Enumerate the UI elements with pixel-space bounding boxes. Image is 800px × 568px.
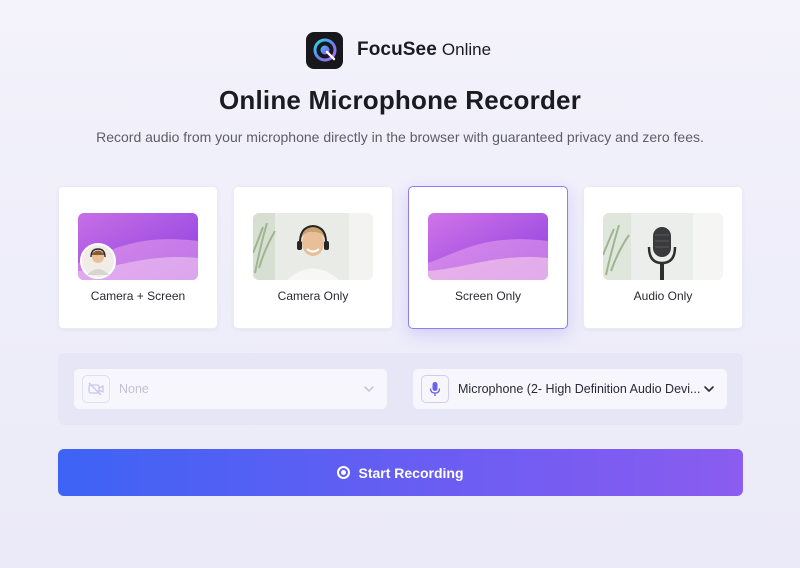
mode-screen-only[interactable]: Screen Only	[408, 186, 568, 329]
camera-select[interactable]: None	[74, 369, 387, 409]
microphone-icon	[421, 375, 449, 403]
camera-screen-thumbnail	[78, 213, 198, 280]
focusee-logo-icon	[306, 31, 343, 69]
camera-only-thumbnail	[253, 213, 373, 280]
chevron-down-icon	[704, 386, 714, 392]
recording-modes: Camera + Screen Camera Only Screen Only …	[58, 186, 743, 329]
mode-camera-only[interactable]: Camera Only	[233, 186, 393, 329]
brand-text: FocuSee Online	[357, 39, 491, 61]
page-title: Online Microphone Recorder	[218, 85, 582, 115]
microphone-select[interactable]: Microphone (2- High Definition Audio Dev…	[413, 369, 727, 409]
page-subtitle: Record audio from your microphone direct…	[96, 129, 704, 145]
start-recording-label: Start Recording	[358, 464, 464, 481]
mode-camera-screen[interactable]: Camera + Screen	[58, 186, 218, 329]
brand-name: FocuSee	[357, 39, 437, 60]
device-selectors: None Microphone (2- High Definition Audi…	[58, 353, 743, 425]
mode-audio-only[interactable]: Audio Only	[583, 186, 743, 329]
screen-only-thumbnail	[428, 213, 548, 280]
camera-off-icon	[82, 375, 110, 403]
microphone-select-value: Microphone (2- High Definition Audio Dev…	[458, 382, 701, 396]
brand-sub: Online	[441, 40, 492, 59]
brand: FocuSee Online	[306, 31, 491, 69]
chevron-down-icon	[364, 386, 374, 392]
start-recording-button[interactable]: Start Recording	[58, 449, 743, 496]
mode-label: Audio Only	[633, 289, 693, 303]
mode-label: Camera Only	[277, 289, 349, 303]
mode-label: Screen Only	[454, 289, 522, 303]
audio-only-thumbnail	[603, 213, 723, 280]
mode-label: Camera + Screen	[90, 289, 186, 303]
camera-select-value: None	[119, 382, 149, 396]
record-icon	[337, 466, 351, 479]
